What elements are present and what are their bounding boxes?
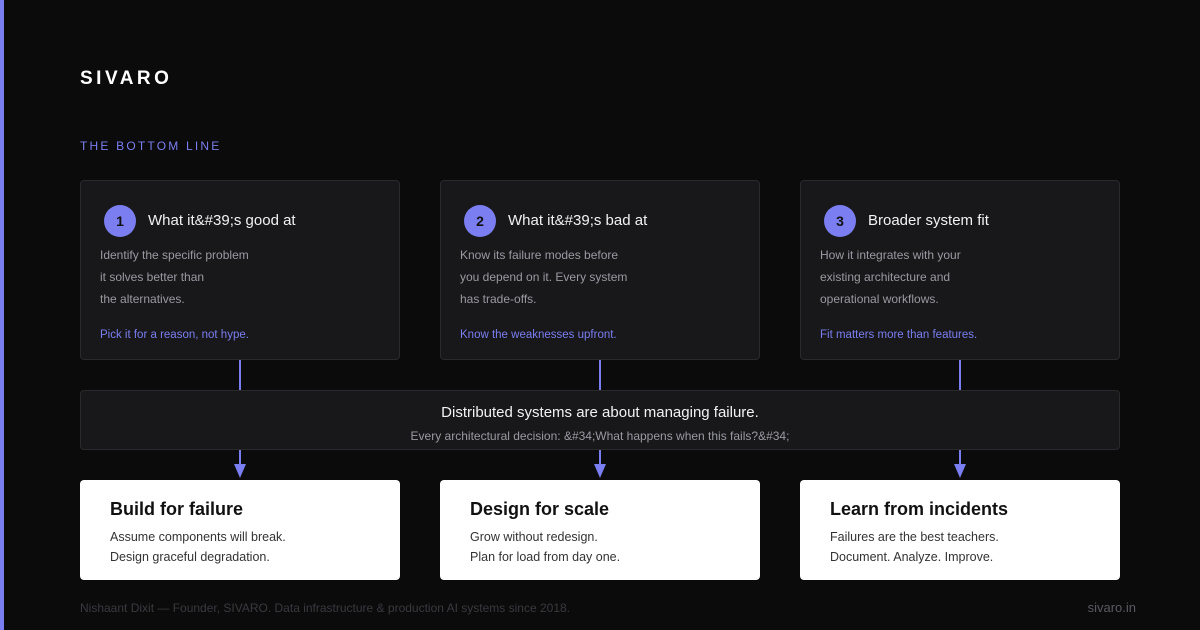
outcome-description: Grow without redesign. Plan for load fro… xyxy=(470,527,620,567)
card-good-at: 1 What it&#39;s good at Identify the spe… xyxy=(80,180,400,360)
connector-line xyxy=(599,450,601,464)
step-number-badge: 3 xyxy=(824,205,856,237)
connector-line xyxy=(959,360,961,390)
card-description: Identify the specific problem it solves … xyxy=(100,244,249,310)
card-description-line: How it integrates with your xyxy=(820,248,961,262)
card-description-line: you depend on it. Every system xyxy=(460,270,628,284)
step-number-badge: 2 xyxy=(464,205,496,237)
connector-line xyxy=(959,450,961,464)
outcome-card-learn-from-incidents: Learn from incidents Failures are the be… xyxy=(800,480,1120,580)
card-description-line: has trade-offs. xyxy=(460,292,537,306)
card-title: What it&#39;s good at xyxy=(148,212,296,229)
outcome-title: Build for failure xyxy=(110,499,244,519)
outcome-title: Design for scale xyxy=(470,499,610,519)
outcome-card-build-for-failure: Build for failure Assume components will… xyxy=(80,480,400,580)
connector-line xyxy=(239,360,241,390)
card-description-line: it solves better than xyxy=(100,270,205,284)
card-bad-at: 2 What it&#39;s bad at Know its failure … xyxy=(440,180,760,360)
card-description-line: Know its failure modes before xyxy=(460,248,619,262)
central-principle-box: Distributed systems are about managing f… xyxy=(80,390,1120,450)
principle-subtext: Every architectural decision: &#34;What … xyxy=(410,429,790,443)
outcome-description: Assume components will break. Design gra… xyxy=(110,527,286,567)
brand-logo: SIVARO xyxy=(80,68,173,89)
outcome-description: Failures are the best teachers. Document… xyxy=(830,527,999,567)
footer-credit: Nishaant Dixit — Founder, SIVARO. Data i… xyxy=(80,601,570,615)
card-description: How it integrates with your existing arc… xyxy=(820,244,961,310)
card-note: Fit matters more than features. xyxy=(820,329,978,341)
footer-website-link[interactable]: sivaro.in xyxy=(1088,600,1136,615)
arrow-down-icon xyxy=(594,464,606,478)
left-accent-bar xyxy=(0,0,4,630)
card-description-line: the alternatives. xyxy=(100,292,185,306)
outcome-card-design-for-scale: Design for scale Grow without redesign. … xyxy=(440,480,760,580)
arrow-down-icon xyxy=(234,464,246,478)
connector-line xyxy=(599,360,601,390)
card-title: Broader system fit xyxy=(868,212,989,229)
outcome-title: Learn from incidents xyxy=(830,499,1009,519)
outcome-line: Failures are the best teachers. xyxy=(830,530,999,544)
section-eyebrow: THE BOTTOM LINE xyxy=(80,139,222,153)
card-system-fit: 3 Broader system fit How it integrates w… xyxy=(800,180,1120,360)
outcome-line: Design graceful degradation. xyxy=(110,550,270,564)
card-note: Know the weaknesses upfront. xyxy=(460,329,617,341)
arrow-down-icon xyxy=(954,464,966,478)
outcome-line: Plan for load from day one. xyxy=(470,550,621,564)
outcome-line: Document. Analyze. Improve. xyxy=(830,550,994,564)
card-title: What it&#39;s bad at xyxy=(508,212,648,229)
card-description-line: existing architecture and xyxy=(820,270,951,284)
card-description-line: Identify the specific problem xyxy=(100,248,249,262)
card-description: Know its failure modes before you depend… xyxy=(460,244,627,310)
outcome-line: Assume components will break. xyxy=(110,530,286,544)
step-number-badge: 1 xyxy=(104,205,136,237)
card-note: Pick it for a reason, not hype. xyxy=(100,329,249,341)
principle-headline: Distributed systems are about managing f… xyxy=(441,404,759,421)
card-description-line: operational workflows. xyxy=(820,292,939,306)
outcome-line: Grow without redesign. xyxy=(470,530,598,544)
connector-line xyxy=(239,450,241,464)
